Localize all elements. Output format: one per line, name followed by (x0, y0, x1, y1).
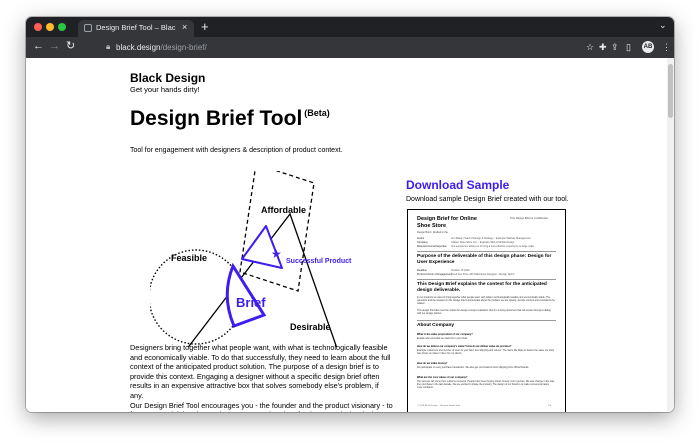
vertical-scrollbar[interactable] (667, 58, 674, 412)
download-sample-description: Download sample Design Brief created wit… (406, 196, 569, 203)
tab-strip: Design Brief Tool – Black Desi… × + ⌄ (26, 17, 674, 37)
sample-page-number: 1/4 (548, 405, 552, 407)
sample-about-heading: About Company (417, 323, 455, 328)
minimize-window-button[interactable] (46, 23, 54, 31)
sample-divider (417, 251, 556, 252)
sample-question: How do we make money? (417, 362, 448, 365)
sample-meta-row: Preferred Form of Engagement Fixed Fee Pr… (417, 273, 515, 276)
sample-meta-row: Company Classic Shoe Store Ltd. – Example… (417, 241, 515, 244)
intro-text: Designers bring together what people wan… (130, 343, 394, 412)
share-icon[interactable]: ⇪ (611, 41, 619, 53)
sample-divider (417, 320, 556, 321)
successful-product-label: Successful Product (286, 258, 352, 265)
affordable-label: Affordable (261, 205, 306, 215)
lock-icon[interactable]: 🔒︎ (106, 42, 110, 52)
design-brief-venn-diagram: ★ Brief Successful Product Affordable Fe… (150, 171, 352, 347)
feasible-label: Feasible (171, 253, 207, 263)
download-sample-link[interactable]: Download Sample (406, 178, 509, 192)
sample-title: Design Brief for Online Shoe Store (417, 216, 477, 229)
address-bar[interactable]: 🔒︎ black.design/design-brief/ (100, 40, 578, 55)
browser-window: Design Brief Tool – Black Desi… × + ⌄ ← … (26, 17, 674, 412)
sample-answer: We participate in every purchase transac… (417, 366, 530, 369)
tab-search-button[interactable]: ⌄ (659, 20, 667, 31)
sample-question: What is the value proposition of our com… (417, 333, 473, 336)
scrollbar-thumb[interactable] (668, 64, 673, 118)
sample-answer: Explain who and what we stand for in you… (417, 337, 468, 340)
page-content: Black Design Get your hands dirty! Desig… (26, 58, 674, 412)
side-panel-icon[interactable]: ▯ (626, 41, 631, 53)
address-url: black.design/design-brief/ (116, 43, 207, 52)
tab-title: Design Brief Tool – Black Desi… (96, 23, 176, 32)
sample-answer: Our success will come from customer succ… (417, 380, 555, 389)
sample-confidential-note: This Design Brief is confidential (510, 217, 548, 220)
page-title: Design Brief Tool (Beta) (130, 107, 330, 131)
sample-meta-row: Deadline October 15 2022 (417, 269, 470, 272)
tab-close-icon[interactable]: × (182, 22, 187, 33)
favicon-icon (84, 24, 92, 32)
sample-caption: Design Brief • Drafted in the (417, 231, 448, 234)
extensions-puzzle-icon[interactable]: ✚ (599, 41, 607, 53)
sample-footer: © 2019 Black Design – Get your hands dir… (417, 405, 461, 407)
intro-paragraph-2: Our Design Brief Tool encourages you - t… (130, 400, 393, 412)
brief-label: Brief (236, 295, 266, 310)
sample-purpose-heading: Purpose of the deliverable of this desig… (417, 254, 552, 265)
sample-meta-row: Relevant Normal Expertise Our experience … (417, 245, 535, 248)
sample-question: How do we deliver our company's value? H… (417, 345, 512, 348)
star-icon: ★ (271, 247, 282, 261)
sample-brief-thumbnail[interactable]: Design Brief for Online Shoe Store This … (407, 209, 566, 412)
menu-kebab-icon[interactable]: ⋮ (662, 41, 671, 53)
browser-tab-active[interactable]: Design Brief Tool – Black Desi… × (78, 20, 194, 37)
new-tab-button[interactable]: + (201, 19, 209, 34)
desirable-label: Desirable (290, 322, 331, 332)
intro-paragraph-1: Designers bring together what people wan… (130, 343, 391, 400)
sample-paragraph: This design brief also sets the criteria… (417, 309, 551, 315)
sample-paragraph: In our products we want to bring togethe… (417, 296, 555, 305)
close-window-button[interactable] (34, 23, 42, 31)
page-subtitle: Tool for engagement with designers & des… (130, 147, 343, 154)
sample-divider (417, 279, 556, 280)
site-name[interactable]: Black Design (130, 71, 205, 85)
reload-icon[interactable]: ↻ (66, 40, 75, 53)
bookmark-star-icon[interactable]: ☆ (586, 41, 594, 53)
forward-arrow-icon[interactable]: → (49, 40, 60, 53)
sample-meta-row: Author Ann Black, Head of Design & Strate… (417, 237, 531, 240)
site-tagline: Get your hands dirty! (130, 85, 200, 94)
sample-question: What are the core values of our company? (417, 376, 468, 379)
back-arrow-icon[interactable]: ← (33, 40, 44, 53)
sample-explains-heading: This Design Brief explains the context f… (417, 282, 547, 293)
profile-avatar[interactable]: AB (642, 41, 654, 53)
beta-badge: (Beta) (304, 108, 330, 118)
maximize-window-button[interactable] (58, 23, 66, 31)
browser-toolbar: ← → ↻ 🔒︎ black.design/design-brief/ ⇪ ☆ … (26, 37, 674, 58)
sample-answer: Example customers and number of users in… (417, 349, 555, 355)
page-title-text: Design Brief Tool (130, 107, 303, 130)
